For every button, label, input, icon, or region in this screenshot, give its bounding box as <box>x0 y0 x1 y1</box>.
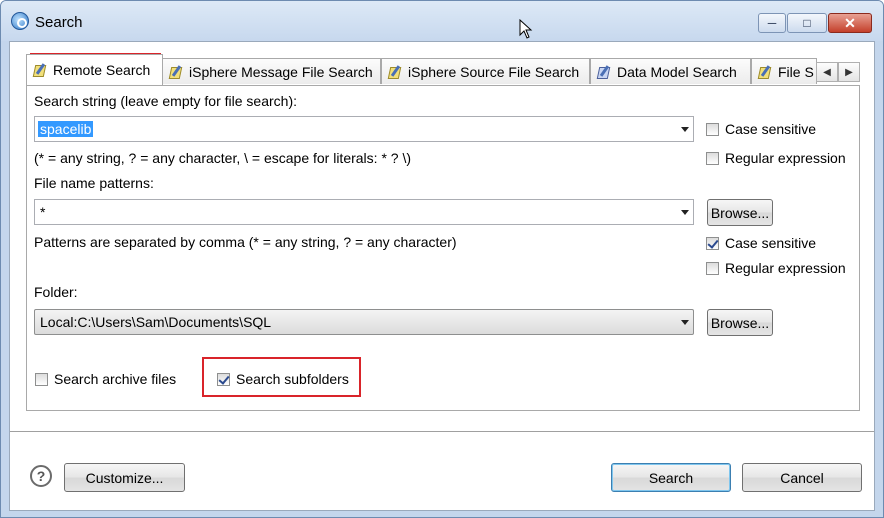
cancel-button[interactable]: Cancel <box>742 463 862 492</box>
checkbox-box <box>706 236 719 250</box>
search-dialog: Search ─ □ ✕ Remote Search iSphere Messa… <box>0 0 884 518</box>
folder-value: Local:C:\Users\Sam\Documents\SQL <box>40 314 272 330</box>
tab-label: Data Model Search <box>617 63 737 80</box>
tab-label: Remote Search <box>53 62 151 78</box>
folder-combo[interactable]: Local:C:\Users\Sam\Documents\SQL <box>34 309 694 335</box>
file-name-patterns-label: File name patterns: <box>34 175 154 191</box>
help-button[interactable]: ? <box>30 465 52 487</box>
folder-label: Folder: <box>34 284 78 300</box>
checkbox-box <box>706 122 719 136</box>
search-hint: (* = any string, ? = any character, \ = … <box>34 150 412 166</box>
checkbox-label: Case sensitive <box>725 235 817 251</box>
tab-isphere-message-file-search[interactable]: iSphere Message File Search <box>162 58 381 84</box>
checkbox-label: Search subfolders <box>236 371 349 387</box>
window-title: Search <box>35 14 83 31</box>
tab-label: File S <box>778 63 814 80</box>
chevron-down-icon[interactable] <box>681 127 689 132</box>
tab-search-icon <box>758 65 772 79</box>
checkbox-box <box>35 372 48 386</box>
file-regex-checkbox[interactable]: Regular expression <box>706 260 846 276</box>
search-button[interactable]: Search <box>611 463 731 492</box>
maximize-button[interactable]: □ <box>787 13 827 33</box>
help-icon: ? <box>36 468 46 484</box>
tab-search-icon <box>33 63 47 77</box>
search-regex-checkbox[interactable]: Regular expression <box>706 150 846 166</box>
file-name-patterns-value: * <box>40 204 46 220</box>
data-model-icon <box>597 65 611 79</box>
search-subfolders-checkbox[interactable]: Search subfolders <box>217 371 349 387</box>
minimize-icon: ─ <box>767 16 777 30</box>
maximize-icon: □ <box>803 16 811 30</box>
checkbox-box <box>706 151 719 165</box>
checkbox-label: Regular expression <box>725 260 846 276</box>
tab-search-icon <box>169 65 183 79</box>
file-name-patterns-combo[interactable]: * <box>34 199 694 225</box>
search-string-value: spacelib <box>38 121 94 137</box>
title-bar: Search ─ □ ✕ <box>1 1 883 41</box>
tab-file-search[interactable]: File S <box>751 58 817 84</box>
search-archive-files-checkbox[interactable]: Search archive files <box>35 371 176 387</box>
tab-bar: Remote Search iSphere Message File Searc… <box>26 54 860 85</box>
file-case-sensitive-checkbox[interactable]: Case sensitive <box>706 235 816 251</box>
checkbox-box <box>217 372 230 386</box>
tab-label: iSphere Message File Search <box>189 63 373 80</box>
tab-scroll-right-button[interactable]: ▶ <box>838 62 860 82</box>
search-string-combo[interactable]: spacelib <box>34 116 694 142</box>
tab-isphere-source-file-search[interactable]: iSphere Source File Search <box>381 58 590 84</box>
mouse-cursor-icon <box>519 19 533 39</box>
app-icon <box>11 12 29 30</box>
chevron-left-icon: ◀ <box>823 66 831 78</box>
footer-separator <box>10 431 874 433</box>
search-string-label: Search string (leave empty for file sear… <box>34 93 297 109</box>
tab-label: iSphere Source File Search <box>408 63 580 80</box>
folder-browse-button[interactable]: Browse... <box>707 309 773 336</box>
remote-search-panel: Search string (leave empty for file sear… <box>26 85 860 411</box>
checkbox-label: Search archive files <box>54 371 177 387</box>
tab-search-icon <box>388 65 402 79</box>
close-button[interactable]: ✕ <box>828 13 872 33</box>
checkbox-label: Case sensitive <box>725 121 817 137</box>
chevron-right-icon: ▶ <box>845 66 853 78</box>
file-patterns-hint: Patterns are separated by comma (* = any… <box>34 234 457 250</box>
close-icon: ✕ <box>844 14 856 31</box>
customize-button[interactable]: Customize... <box>64 463 185 492</box>
search-case-sensitive-checkbox[interactable]: Case sensitive <box>706 121 816 137</box>
dialog-content: Remote Search iSphere Message File Searc… <box>9 41 875 511</box>
chevron-down-icon[interactable] <box>681 320 689 325</box>
tab-scroll-left-button[interactable]: ◀ <box>816 62 838 82</box>
file-patterns-browse-button[interactable]: Browse... <box>707 199 773 226</box>
tab-data-model-search[interactable]: Data Model Search <box>590 58 751 84</box>
chevron-down-icon[interactable] <box>681 210 689 215</box>
tab-remote-search[interactable]: Remote Search <box>26 54 163 85</box>
minimize-button[interactable]: ─ <box>758 13 786 33</box>
checkbox-label: Regular expression <box>725 150 846 166</box>
checkbox-box <box>706 261 719 275</box>
